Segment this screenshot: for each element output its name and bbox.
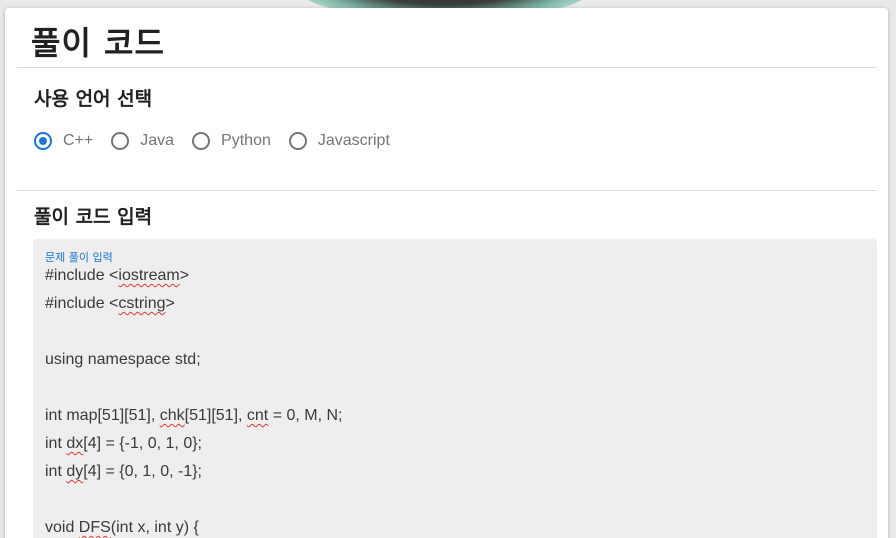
spellcheck-word: DFS — [78, 519, 111, 536]
spellcheck-word: cnt — [246, 407, 269, 424]
radio-label-python: Python — [221, 132, 271, 149]
radio-unchecked-icon[interactable] — [288, 132, 307, 150]
spellcheck-word: iostream — [118, 267, 180, 284]
radio-option-javascript[interactable]: Javascript — [288, 132, 390, 150]
code-line: int dy[4] = {0, 1, 0, -1}; — [45, 463, 202, 480]
code-line: void DFS(int x, int y) { — [45, 519, 199, 536]
language-section-title: 사용 언어 선택 — [34, 88, 153, 110]
radio-checked-icon[interactable] — [34, 132, 52, 150]
spellcheck-word: cstring — [118, 295, 166, 312]
radio-unchecked-icon[interactable] — [192, 132, 211, 150]
radio-label-javascript: Javascript — [317, 132, 390, 149]
radio-label-cpp: C++ — [63, 132, 94, 149]
code-line: int dx[4] = {-1, 0, 1, 0}; — [45, 435, 202, 452]
radio-option-cpp[interactable]: C++ — [34, 132, 93, 150]
radio-label-java: Java — [140, 132, 175, 149]
radio-option-java[interactable]: Java — [111, 132, 174, 150]
app-window: 풀이 코드 사용 언어 선택 C++ Java Python Javascrip… — [0, 0, 896, 538]
code-textarea[interactable]: 문제 풀이 입력 #include <iostream> #include <c… — [33, 239, 877, 538]
code-content[interactable]: #include <iostream> #include <cstring> u… — [45, 262, 343, 538]
title-divider — [17, 67, 877, 68]
code-line: #include <iostream> — [45, 267, 190, 284]
spellcheck-word: dx — [66, 435, 84, 452]
radio-unchecked-icon[interactable] — [111, 132, 130, 150]
radio-option-python[interactable]: Python — [192, 132, 271, 150]
page-title: 풀이 코드 — [31, 24, 165, 62]
code-line: #include <cstring> — [45, 295, 175, 312]
section-divider — [17, 190, 877, 191]
code-section-title: 풀이 코드 입력 — [34, 206, 153, 228]
spellcheck-word: chk — [159, 407, 185, 424]
code-line: int map[51][51], chk[51][51], cnt = 0, M… — [45, 407, 343, 424]
language-radio-group: C++ Java Python Javascript — [34, 132, 408, 150]
code-line: using namespace std; — [45, 351, 201, 368]
solution-card: 풀이 코드 사용 언어 선택 C++ Java Python Javascrip… — [5, 8, 888, 538]
spellcheck-word: dy — [66, 463, 84, 480]
